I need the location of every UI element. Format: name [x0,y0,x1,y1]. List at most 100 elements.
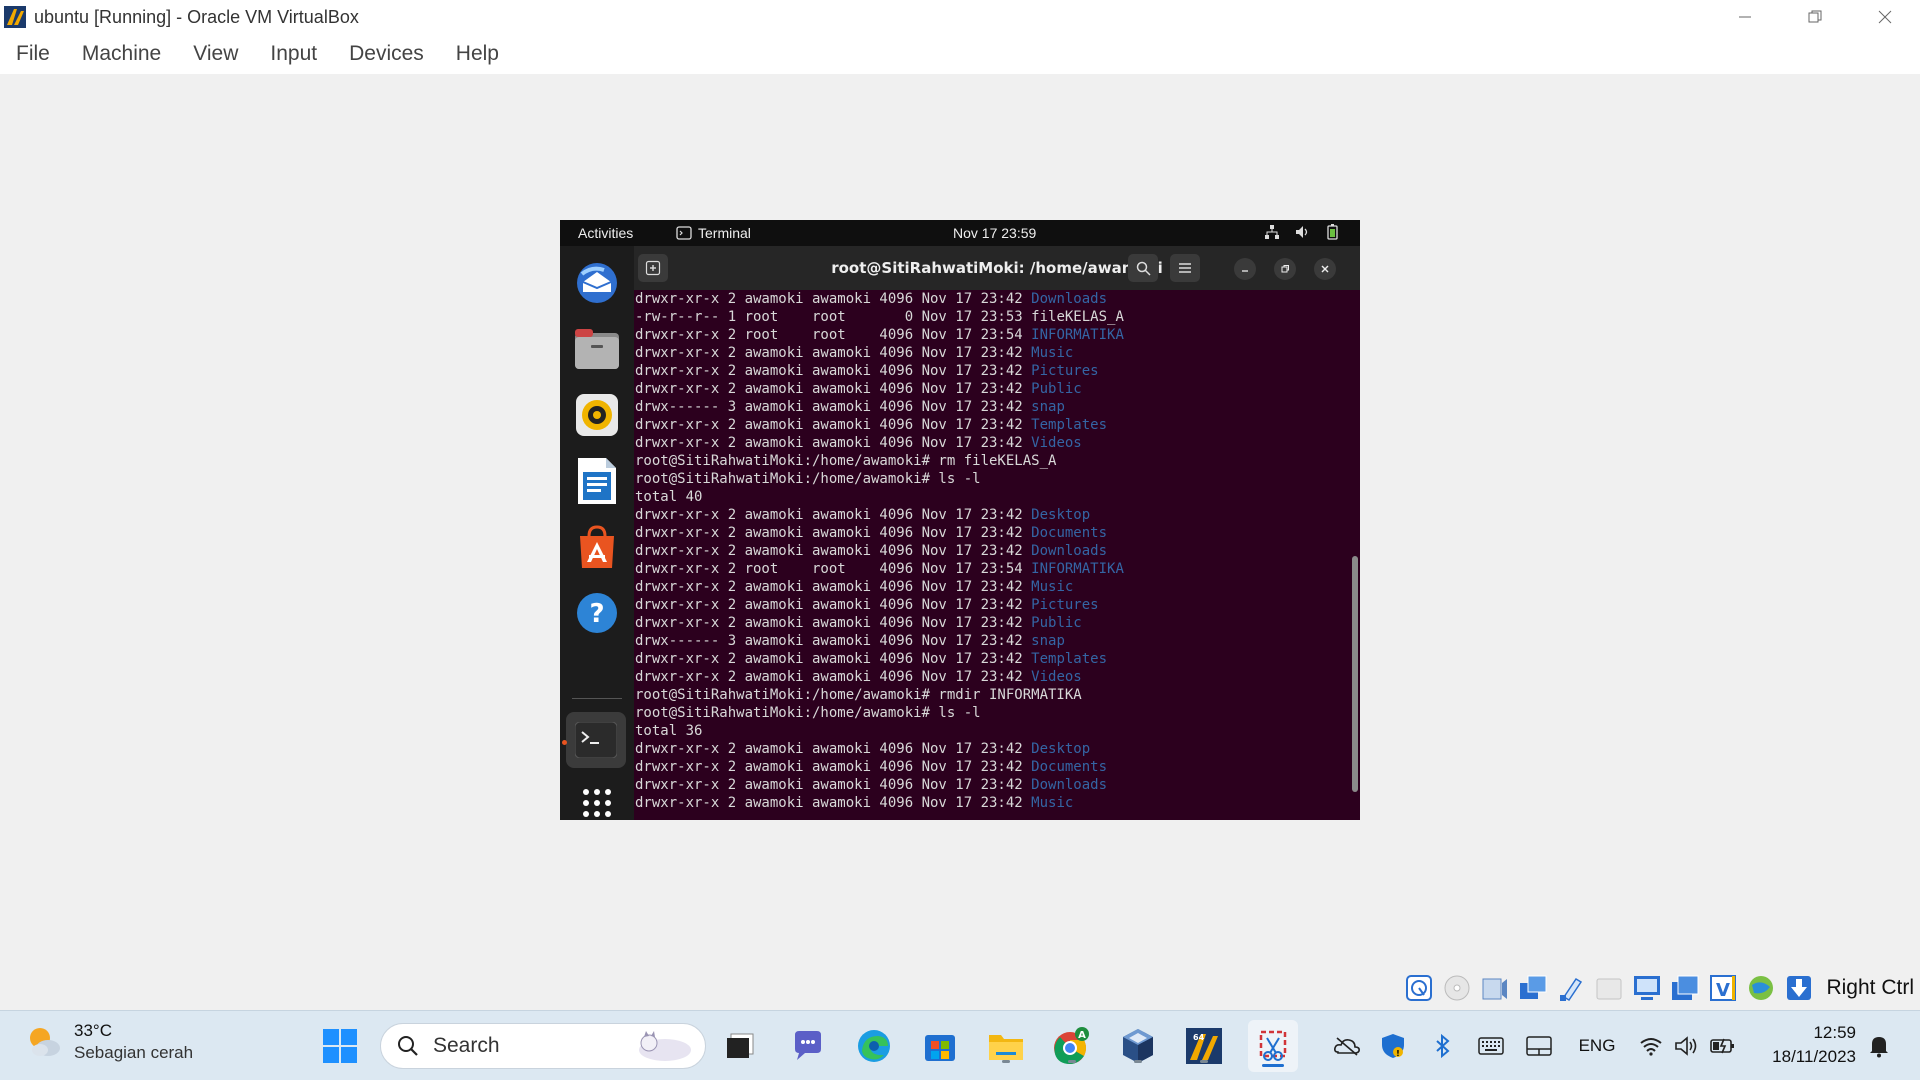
terminal-line: drwxr-xr-x 2 awamoki awamoki 4096 Nov 17… [635,380,1360,398]
terminal-menu-button[interactable] [1170,254,1200,282]
directory-name: Templates [1031,417,1108,433]
language-indicator[interactable]: ENG [1570,1011,1624,1080]
snapshot-icon[interactable] [1670,973,1700,1003]
directory-name: Videos [1031,669,1082,685]
teams-chat-button[interactable] [786,1024,830,1068]
terminal-line-text: drwxr-xr-x 2 awamoki awamoki 4096 Nov 17… [635,669,1032,685]
svg-text:64: 64 [1193,1033,1205,1042]
snipping-tool-button[interactable] [1248,1020,1298,1072]
virtualbox-vm-button[interactable]: 64 [1182,1024,1226,1068]
terminal-restore-button[interactable] [1274,258,1296,280]
task-view-icon [727,1033,754,1058]
menu-view[interactable]: View [193,42,238,66]
tablet-tray-icon[interactable] [1522,1011,1556,1080]
terminal-icon[interactable] [566,712,626,768]
files-icon[interactable] [572,324,622,374]
security-tray-icon[interactable]: ! [1376,1011,1410,1080]
cpu-icon[interactable] [1746,973,1776,1003]
store-button[interactable] [918,1024,962,1068]
terminal-minimize-button[interactable] [1234,258,1256,280]
audio-icon[interactable] [1480,973,1510,1003]
terminal-line: drwxr-xr-x 2 awamoki awamoki 4096 Nov 17… [635,650,1360,668]
gnome-system-tray[interactable] [1264,224,1340,240]
terminal-line: drwxr-xr-x 2 awamoki awamoki 4096 Nov 17… [635,542,1360,560]
taskbar-search[interactable]: Search [380,1023,706,1069]
notifications-button[interactable] [1862,1011,1896,1080]
battery-tray-icon[interactable] [1706,1011,1740,1080]
terminal-close-button[interactable] [1314,258,1336,280]
optical-drive-icon[interactable] [1442,973,1472,1003]
directory-name: Music [1031,795,1074,811]
terminal-line: drwx------ 3 awamoki awamoki 4096 Nov 17… [635,632,1360,650]
restore-icon [1281,265,1289,273]
directory-name: Downloads [1031,777,1108,793]
chrome-button[interactable]: A [1050,1024,1094,1068]
taskbar-clock[interactable]: 12:59 18/11/2023 [1772,1021,1856,1069]
menu-help[interactable]: Help [456,42,499,66]
file-explorer-button[interactable] [984,1024,1028,1068]
battery-icon [1327,224,1338,240]
terminal-scrollbar[interactable] [1352,556,1358,792]
menu-file[interactable]: File [16,42,50,66]
network-icon[interactable] [1518,973,1548,1003]
start-button[interactable] [318,1024,362,1068]
thunderbird-icon[interactable] [572,258,622,308]
directory-name: Music [1031,345,1074,361]
terminal-line-text: root@SitiRahwatiMoki:/home/awamoki# rmdi… [635,687,1082,703]
usb-icon[interactable] [1556,973,1586,1003]
terminal-output[interactable]: drwxr-xr-x 2 awamoki awamoki 4096 Nov 17… [634,290,1360,820]
keyboard-tray-icon[interactable] [1474,1011,1508,1080]
directory-name: Pictures [1031,363,1099,379]
terminal-line: root@SitiRahwatiMoki:/home/awamoki# ls -… [635,470,1360,488]
virtualbox-app-icon [4,6,26,28]
clock-time: 12:59 [1813,1023,1856,1042]
terminal-search-button[interactable] [1128,254,1158,282]
volume-tray-icon[interactable] [1670,1011,1704,1080]
close-button[interactable] [1850,0,1920,34]
app-center-icon[interactable] [572,522,622,572]
display-icon[interactable] [1632,973,1662,1003]
task-view-button[interactable] [718,1024,762,1068]
app-grid-icon[interactable] [572,778,622,820]
recording-icon[interactable]: V [1708,973,1738,1003]
windows-taskbar: 33°C Sebagian cerah Search A 64 ! ENG 12… [0,1010,1920,1080]
terminal-line: drwxr-xr-x 2 awamoki awamoki 4096 Nov 17… [635,668,1360,686]
download-icon[interactable] [1784,973,1814,1003]
help-icon[interactable]: ? [572,588,622,638]
hard-disk-icon[interactable] [1404,973,1434,1003]
gnome-clock[interactable]: Nov 17 23:59 [953,225,1036,241]
activities-button[interactable]: Activities [578,225,633,241]
directory-name: Templates [1031,651,1108,667]
directory-name: snap [1031,399,1065,415]
folder-icon [989,1035,1023,1060]
windows-security-icon: ! [1382,1034,1404,1058]
menu-machine[interactable]: Machine [82,42,161,66]
terminal-line: drwx------ 3 awamoki awamoki 4096 Nov 17… [635,398,1360,416]
terminal-window[interactable]: root@SitiRahwatiMoki: /home/awamoki drwx… [634,246,1360,820]
app-menu-label: Terminal [698,225,751,241]
virtualbox-vm-icon: 64 [1186,1028,1222,1064]
writer-icon[interactable] [572,456,622,506]
terminal-line: drwxr-xr-x 2 awamoki awamoki 4096 Nov 17… [635,290,1360,308]
rhythmbox-icon[interactable] [572,390,622,440]
network-icon [1265,225,1279,239]
virtualbox-manager-button[interactable] [1116,1024,1160,1068]
edge-button[interactable] [852,1024,896,1068]
weather-temperature: 33°C [74,1021,112,1040]
terminal-small-icon [676,226,692,240]
guest-screen[interactable]: Activities Terminal Nov 17 23:59 ? root@… [560,220,1360,820]
svg-text:V: V [1717,980,1731,1001]
app-menu-terminal[interactable]: Terminal [676,225,751,241]
svg-text:!: ! [1396,1049,1400,1058]
bluetooth-tray-icon[interactable] [1426,1011,1460,1080]
menu-devices[interactable]: Devices [349,42,424,66]
terminal-line: drwxr-xr-x 2 awamoki awamoki 4096 Nov 17… [635,776,1360,794]
menu-input[interactable]: Input [270,42,317,66]
shared-folder-icon[interactable] [1594,973,1624,1003]
onedrive-tray-icon[interactable] [1330,1011,1364,1080]
minimize-button[interactable] [1710,0,1780,34]
wifi-tray-icon[interactable] [1634,1011,1668,1080]
restore-button[interactable] [1780,0,1850,34]
weather-widget[interactable]: 33°C Sebagian cerah [26,1021,193,1063]
directory-name: Desktop [1031,507,1091,523]
